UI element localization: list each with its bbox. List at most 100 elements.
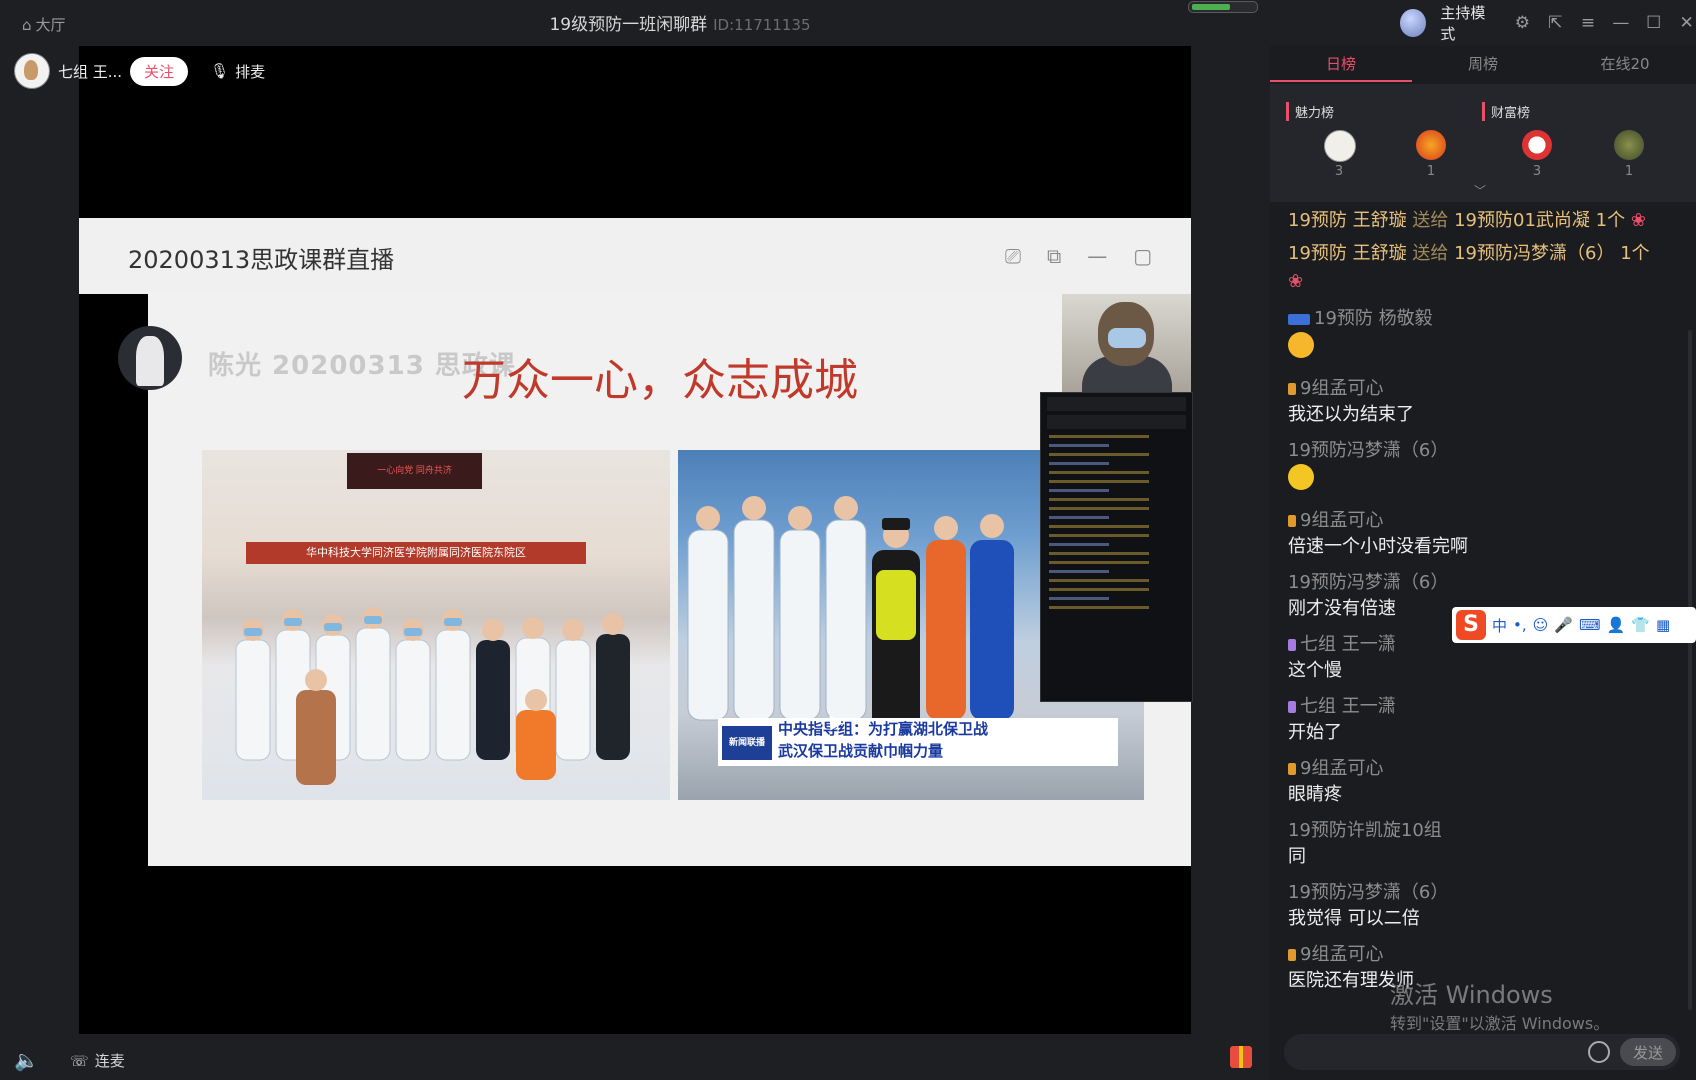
grid-icon[interactable]: ▦ <box>1656 616 1670 634</box>
lianmai-button[interactable]: ☏ 连麦 <box>70 1050 125 1071</box>
skin-icon[interactable]: 👕 <box>1631 616 1650 634</box>
volume-icon[interactable]: 🔈 <box>14 1048 39 1072</box>
host-avatar[interactable] <box>14 53 50 89</box>
chat-sender[interactable]: 9组孟可心 <box>1300 508 1383 534</box>
minimize-icon[interactable]: — <box>1611 13 1630 33</box>
rank-count: 3 <box>1334 164 1344 179</box>
hospital-sign: 华中科技大学同济医学院附属同济医院东院区 <box>246 542 586 564</box>
gift-message: 19预防 王舒璇 送给 19预防冯梦潇（6） 1个 ❀ <box>1288 240 1682 296</box>
chevron-down-icon[interactable]: ﹀ <box>1474 182 1486 199</box>
user-icon[interactable]: 👤 <box>1607 616 1626 634</box>
embedded-chat-line <box>1049 552 1149 555</box>
follow-button[interactable]: 关注 <box>130 56 189 86</box>
maximize-icon[interactable]: ☐ <box>1644 13 1663 33</box>
chat-sender[interactable]: 9组孟可心 <box>1300 942 1383 968</box>
windows-watermark-hint: 转到"设置"以激活 Windows。 <box>1390 1014 1610 1033</box>
slide-window-controls: ⎚ ⧉ — ▢ <box>1005 244 1152 268</box>
embedded-chat-line <box>1049 471 1149 474</box>
chat-text: 倍速一个小时没看完啊 <box>1288 536 1468 557</box>
chat-sender[interactable]: 19预防冯梦潇（6） <box>1288 570 1448 596</box>
host-name[interactable]: 七组 王... <box>58 61 122 82</box>
gift-amount: 1个 <box>1595 210 1626 231</box>
tab-daily[interactable]: 日榜 <box>1270 46 1412 82</box>
chat-text: 我还以为结束了 <box>1288 404 1414 425</box>
chat-text: 这个慢 <box>1288 660 1342 681</box>
rank-avatar[interactable] <box>1614 130 1644 160</box>
embedded-chat-line <box>1049 498 1149 501</box>
chat-sender[interactable]: 9组孟可心 <box>1300 756 1383 782</box>
keyboard-icon[interactable]: ⌨ <box>1579 616 1601 634</box>
chat-sender[interactable]: 19预防许凯旋10组 <box>1288 818 1442 844</box>
gift-sender: 19预防 王舒璇 <box>1288 210 1407 231</box>
rank-count: 3 <box>1532 164 1542 179</box>
rank-count: 1 <box>1624 164 1634 179</box>
punctuation-icon[interactable]: •, <box>1513 616 1527 634</box>
chat-sender[interactable]: 19预防冯梦潇（6） <box>1288 880 1448 906</box>
medal-icon <box>1288 701 1296 713</box>
embedded-chat-line <box>1049 444 1109 447</box>
chat-input-bar: 发送 <box>1284 1034 1680 1070</box>
embedded-chat-line <box>1049 579 1149 582</box>
send-button[interactable]: 发送 <box>1620 1038 1676 1066</box>
queue-button[interactable]: 🎙 排麦 <box>210 61 265 82</box>
maximize-slide-icon[interactable]: ▢ <box>1133 244 1152 268</box>
signal-fill <box>1192 4 1230 10</box>
embedded-chat-line <box>1049 525 1149 528</box>
screen-share-icon[interactable]: ⎚ <box>1005 244 1021 268</box>
presenter-mask <box>1108 328 1146 348</box>
chat-message: 9组孟可心 眼睛疼 <box>1288 756 1682 808</box>
minimize-slide-icon[interactable]: — <box>1087 244 1107 268</box>
rank-avatar[interactable] <box>1416 130 1446 160</box>
popout-icon[interactable]: ⇱ <box>1546 13 1565 33</box>
chat-message: 19预防 杨敬毅 <box>1288 306 1682 366</box>
chat-text: 开始了 <box>1288 722 1342 743</box>
room-id: ID:11711135 <box>713 16 811 34</box>
mode-label[interactable]: 主持模式 <box>1440 2 1497 44</box>
chat-input[interactable] <box>1296 1040 1570 1066</box>
chat-message: 19预防冯梦潇（6） <box>1288 438 1682 498</box>
flower-icon: ❀ <box>1288 271 1304 292</box>
medal-icon <box>1288 763 1296 775</box>
chat-sender[interactable]: 9组孟可心 <box>1300 376 1383 402</box>
chat-message: 七组 王一潇 开始了 <box>1288 694 1682 746</box>
ime-language[interactable]: 中 <box>1492 615 1507 636</box>
gift-icon[interactable] <box>1230 1046 1252 1068</box>
chat-sender[interactable]: 19预防 杨敬毅 <box>1314 306 1433 332</box>
news-logo: 新闻联播 <box>722 726 772 760</box>
copy-window-icon[interactable]: ⧉ <box>1047 244 1061 268</box>
gift-recipient: 19预防冯梦潇（6） <box>1454 243 1615 264</box>
embedded-chat-line <box>1049 588 1149 591</box>
close-icon[interactable]: ✕ <box>1677 13 1696 33</box>
embedded-chat-line <box>1049 570 1109 573</box>
gift-message: 19预防 王舒璇 送给 19预防01武尚凝 1个 ❀ <box>1288 202 1682 240</box>
ime-toolbar: S 中 •, ☺ 🎤 ⌨ 👤 👕 ▦ <box>1452 607 1696 643</box>
embedded-chat-header <box>1047 397 1186 411</box>
user-avatar[interactable] <box>1400 9 1427 37</box>
embedded-chat-window <box>1040 392 1193 702</box>
smiley-icon[interactable]: ☺ <box>1533 616 1549 634</box>
gift-verb: 送给 <box>1412 243 1449 264</box>
tab-online[interactable]: 在线20 <box>1554 46 1696 82</box>
level-badge <box>1288 313 1310 325</box>
emoji-picker-icon[interactable] <box>1588 1041 1610 1063</box>
embedded-chat-line <box>1049 462 1109 465</box>
menu-icon[interactable]: ≡ <box>1579 13 1598 33</box>
rank-avatar[interactable] <box>1522 130 1552 160</box>
embedded-chat-line <box>1049 534 1149 537</box>
chat-sender[interactable]: 七组 王一潇 <box>1300 694 1396 720</box>
mic-icon[interactable]: 🎤 <box>1554 616 1573 634</box>
rank-avatar[interactable] <box>1324 130 1356 162</box>
embedded-chat-line <box>1049 516 1109 519</box>
chat-scrollbar[interactable] <box>1688 330 1692 1010</box>
chat-text: 同 <box>1288 846 1306 867</box>
gift-verb: 送给 <box>1412 210 1449 231</box>
chat-sender[interactable]: 19预防冯梦潇（6） <box>1288 438 1448 464</box>
crowd-illustration <box>235 607 630 785</box>
chat-sender[interactable]: 七组 王一潇 <box>1300 632 1396 658</box>
sogou-logo-icon[interactable]: S <box>1456 610 1486 640</box>
settings-icon[interactable]: ⚙ <box>1513 13 1532 33</box>
embedded-chat-line <box>1049 435 1149 438</box>
embedded-chat-line <box>1049 606 1149 609</box>
embedded-chat-line <box>1049 507 1149 510</box>
tab-weekly[interactable]: 周榜 <box>1412 46 1554 82</box>
